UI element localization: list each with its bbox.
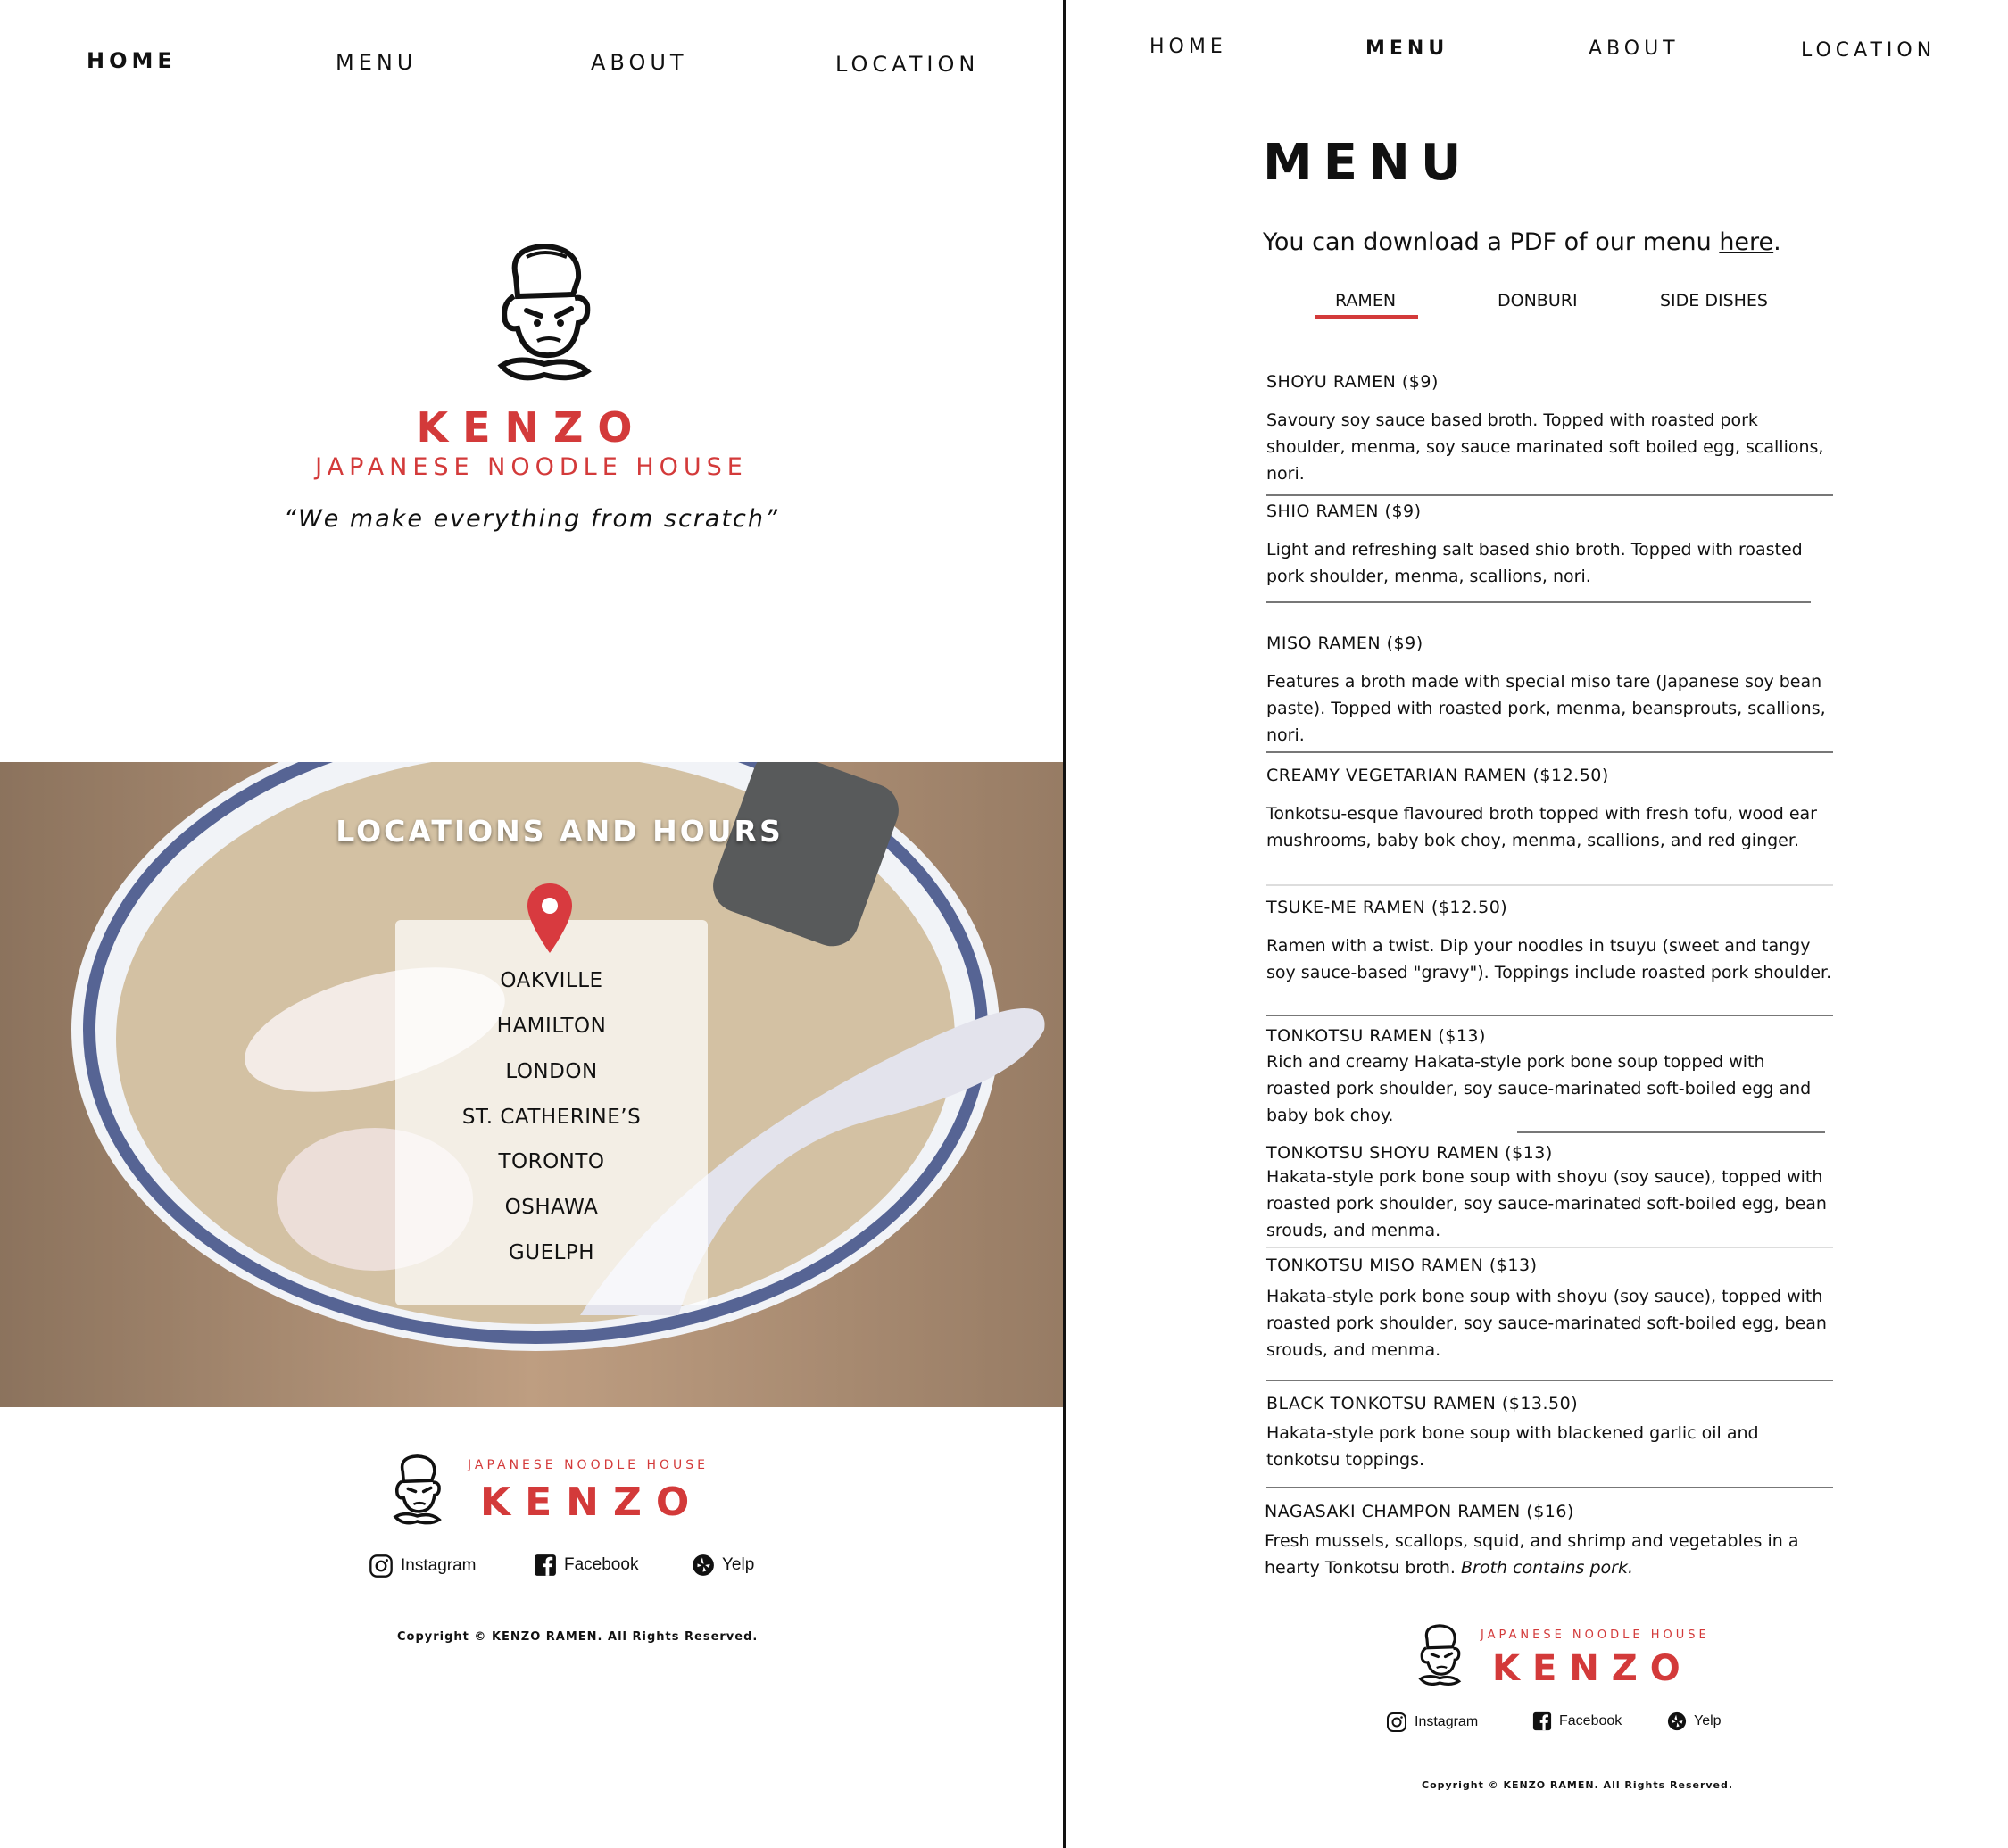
yelp-label: Yelp: [722, 1555, 755, 1574]
menu-divider: [1266, 1015, 1833, 1016]
location-item[interactable]: TORONTO: [395, 1150, 708, 1173]
nav-about[interactable]: ABOUT: [1589, 37, 1680, 60]
locations-hero: LOCATIONS AND HOURS OAKVILLE HAMILTON LO…: [0, 762, 1063, 1407]
menu-item: SHOYU RAMEN ($9) Savoury soy sauce based…: [1266, 371, 1833, 487]
menu-divider: [1266, 884, 1833, 886]
menu-item: TSUKE-ME RAMEN ($12.50) Ramen with a twi…: [1266, 897, 1833, 986]
menu-item-desc: Fresh mussels, scallops, squid, and shri…: [1265, 1528, 1831, 1581]
menu-item-name: TSUKE-ME RAMEN ($12.50): [1266, 898, 1508, 917]
instagram-label: Instagram: [401, 1556, 477, 1575]
menu-item: NAGASAKI CHAMPON RAMEN ($16) Fresh musse…: [1265, 1501, 1831, 1581]
location-item[interactable]: HAMILTON: [395, 1015, 708, 1038]
locations-title: LOCATIONS AND HOURS: [336, 814, 784, 849]
menu-item-name: TONKOTSU SHOYU RAMEN ($13): [1266, 1143, 1553, 1163]
footer-brand-name: KENZO: [1492, 1648, 1693, 1689]
nav-location[interactable]: LOCATION: [1801, 39, 1936, 62]
instagram-link[interactable]: Instagram: [1386, 1711, 1478, 1733]
nav-menu[interactable]: MENU: [336, 50, 417, 75]
brand-name: KENZO: [416, 403, 647, 452]
facebook-label: Facebook: [564, 1555, 639, 1574]
footer-subtitle: JAPANESE NOODLE HOUSE: [1481, 1628, 1710, 1642]
menu-item-note: Broth contains pork.: [1461, 1558, 1634, 1578]
menu-divider: [1266, 601, 1811, 603]
copyright: Copyright © KENZO RAMEN. All Rights Rese…: [1422, 1779, 1734, 1791]
facebook-link[interactable]: Facebook: [1532, 1711, 1622, 1731]
menu-item-name: TONKOTSU RAMEN ($13): [1266, 1026, 1486, 1046]
menu-item-desc: Hakata-style pork bone soup with shoyu (…: [1266, 1167, 1827, 1240]
menu-divider: [1517, 1131, 1825, 1133]
pdf-download-link[interactable]: here: [1719, 228, 1773, 256]
instagram-link[interactable]: Instagram: [369, 1554, 476, 1579]
menu-divider: [1266, 1380, 1833, 1381]
menu-item: TONKOTSU MISO RAMEN ($13) Hakata-style p…: [1266, 1255, 1833, 1363]
yelp-link[interactable]: Yelp: [692, 1554, 754, 1577]
tagline: “We make everything from scratch”: [284, 505, 779, 533]
locations-card: OAKVILLE HAMILTON LONDON ST. CATHERINE’S…: [395, 920, 708, 1305]
copyright: Copyright © KENZO RAMEN. All Rights Rese…: [397, 1630, 759, 1644]
footer-mascot-logo: [393, 1454, 442, 1525]
menu-item-name: TONKOTSU MISO RAMEN ($13): [1266, 1255, 1538, 1275]
footer-mascot-logo: [1418, 1624, 1462, 1686]
menu-item: TONKOTSU RAMEN ($13) Rich and creamy Hak…: [1266, 1025, 1833, 1129]
page-title: MENU: [1263, 134, 1473, 192]
yelp-icon: [693, 1554, 714, 1576]
pdf-period: .: [1773, 228, 1781, 256]
menu-item-name: BLACK TONKOTSU RAMEN ($13.50): [1266, 1394, 1579, 1413]
facebook-label: Facebook: [1559, 1713, 1622, 1728]
page-divider: [1063, 0, 1066, 1848]
instagram-label: Instagram: [1415, 1714, 1479, 1729]
footer-subtitle: JAPANESE NOODLE HOUSE: [468, 1458, 709, 1472]
brand-subtitle: JAPANESE NOODLE HOUSE: [315, 453, 748, 481]
instagram-icon: [369, 1554, 393, 1578]
menu-item-desc: Rich and creamy Hakata-style pork bone s…: [1266, 1052, 1812, 1125]
menu-divider: [1266, 1487, 1833, 1488]
tab-ramen[interactable]: RAMEN: [1335, 291, 1396, 311]
location-item[interactable]: OAKVILLE: [395, 969, 708, 992]
menu-item-name: MISO RAMEN ($9): [1266, 634, 1423, 653]
facebook-link[interactable]: Facebook: [534, 1554, 638, 1577]
nav-about[interactable]: ABOUT: [591, 50, 688, 75]
menu-divider: [1266, 1247, 1833, 1248]
menu-item: TONKOTSU SHOYU RAMEN ($13) Hakata-style …: [1266, 1142, 1833, 1244]
nav-menu[interactable]: MENU: [1365, 37, 1448, 60]
location-item[interactable]: GUELPH: [395, 1241, 708, 1264]
yelp-icon: [1667, 1711, 1687, 1731]
nav-home[interactable]: HOME: [87, 48, 177, 73]
menu-item-name: SHIO RAMEN ($9): [1266, 501, 1422, 521]
pdf-download-text: You can download a PDF of our menu here.: [1263, 228, 1781, 256]
location-item[interactable]: OSHAWA: [395, 1196, 708, 1219]
menu-item-name: NAGASAKI CHAMPON RAMEN ($16): [1265, 1502, 1574, 1521]
menu-item-desc: Features a broth made with special miso …: [1266, 672, 1826, 745]
active-tab-indicator: [1315, 315, 1418, 319]
footer-brand-name: KENZO: [480, 1479, 704, 1525]
yelp-label: Yelp: [1694, 1713, 1722, 1728]
menu-item-desc: Light and refreshing salt based shio bro…: [1266, 540, 1803, 586]
instagram-icon: [1387, 1712, 1406, 1732]
menu-item: SHIO RAMEN ($9) Light and refreshing sal…: [1266, 501, 1833, 590]
tab-side-dishes[interactable]: SIDE DISHES: [1660, 291, 1768, 311]
menu-item: CREAMY VEGETARIAN RAMEN ($12.50) Tonkots…: [1266, 765, 1833, 854]
menu-item-desc: Hakata-style pork bone soup with shoyu (…: [1266, 1287, 1827, 1360]
tab-donburi[interactable]: DONBURI: [1498, 291, 1578, 311]
menu-item-name: SHOYU RAMEN ($9): [1266, 372, 1439, 392]
location-item[interactable]: ST. CATHERINE’S: [395, 1106, 708, 1129]
menu-item-desc: Ramen with a twist. Dip your noodles in …: [1266, 936, 1832, 982]
menu-item-desc: Savoury soy sauce based broth. Topped wi…: [1266, 410, 1824, 484]
nav-location[interactable]: LOCATION: [835, 52, 979, 77]
map-pin-icon: [527, 883, 572, 953]
facebook-icon: [1532, 1711, 1552, 1731]
facebook-icon: [535, 1554, 556, 1576]
location-item[interactable]: LONDON: [395, 1060, 708, 1083]
menu-divider: [1266, 494, 1833, 496]
pdf-text: You can download a PDF of our menu: [1263, 228, 1720, 256]
menu-item-desc: Hakata-style pork bone soup with blacken…: [1266, 1423, 1759, 1470]
menu-item: MISO RAMEN ($9) Features a broth made wi…: [1266, 633, 1833, 749]
menu-item-desc: Tonkotsu-esque flavoured broth topped wi…: [1266, 804, 1817, 850]
menu-divider: [1266, 751, 1833, 753]
chef-mascot-logo: [497, 243, 592, 381]
menu-item: BLACK TONKOTSU RAMEN ($13.50) Hakata-sty…: [1266, 1393, 1833, 1473]
nav-home[interactable]: HOME: [1149, 36, 1227, 58]
yelp-link[interactable]: Yelp: [1667, 1711, 1722, 1731]
menu-item-name: CREAMY VEGETARIAN RAMEN ($12.50): [1266, 766, 1609, 785]
